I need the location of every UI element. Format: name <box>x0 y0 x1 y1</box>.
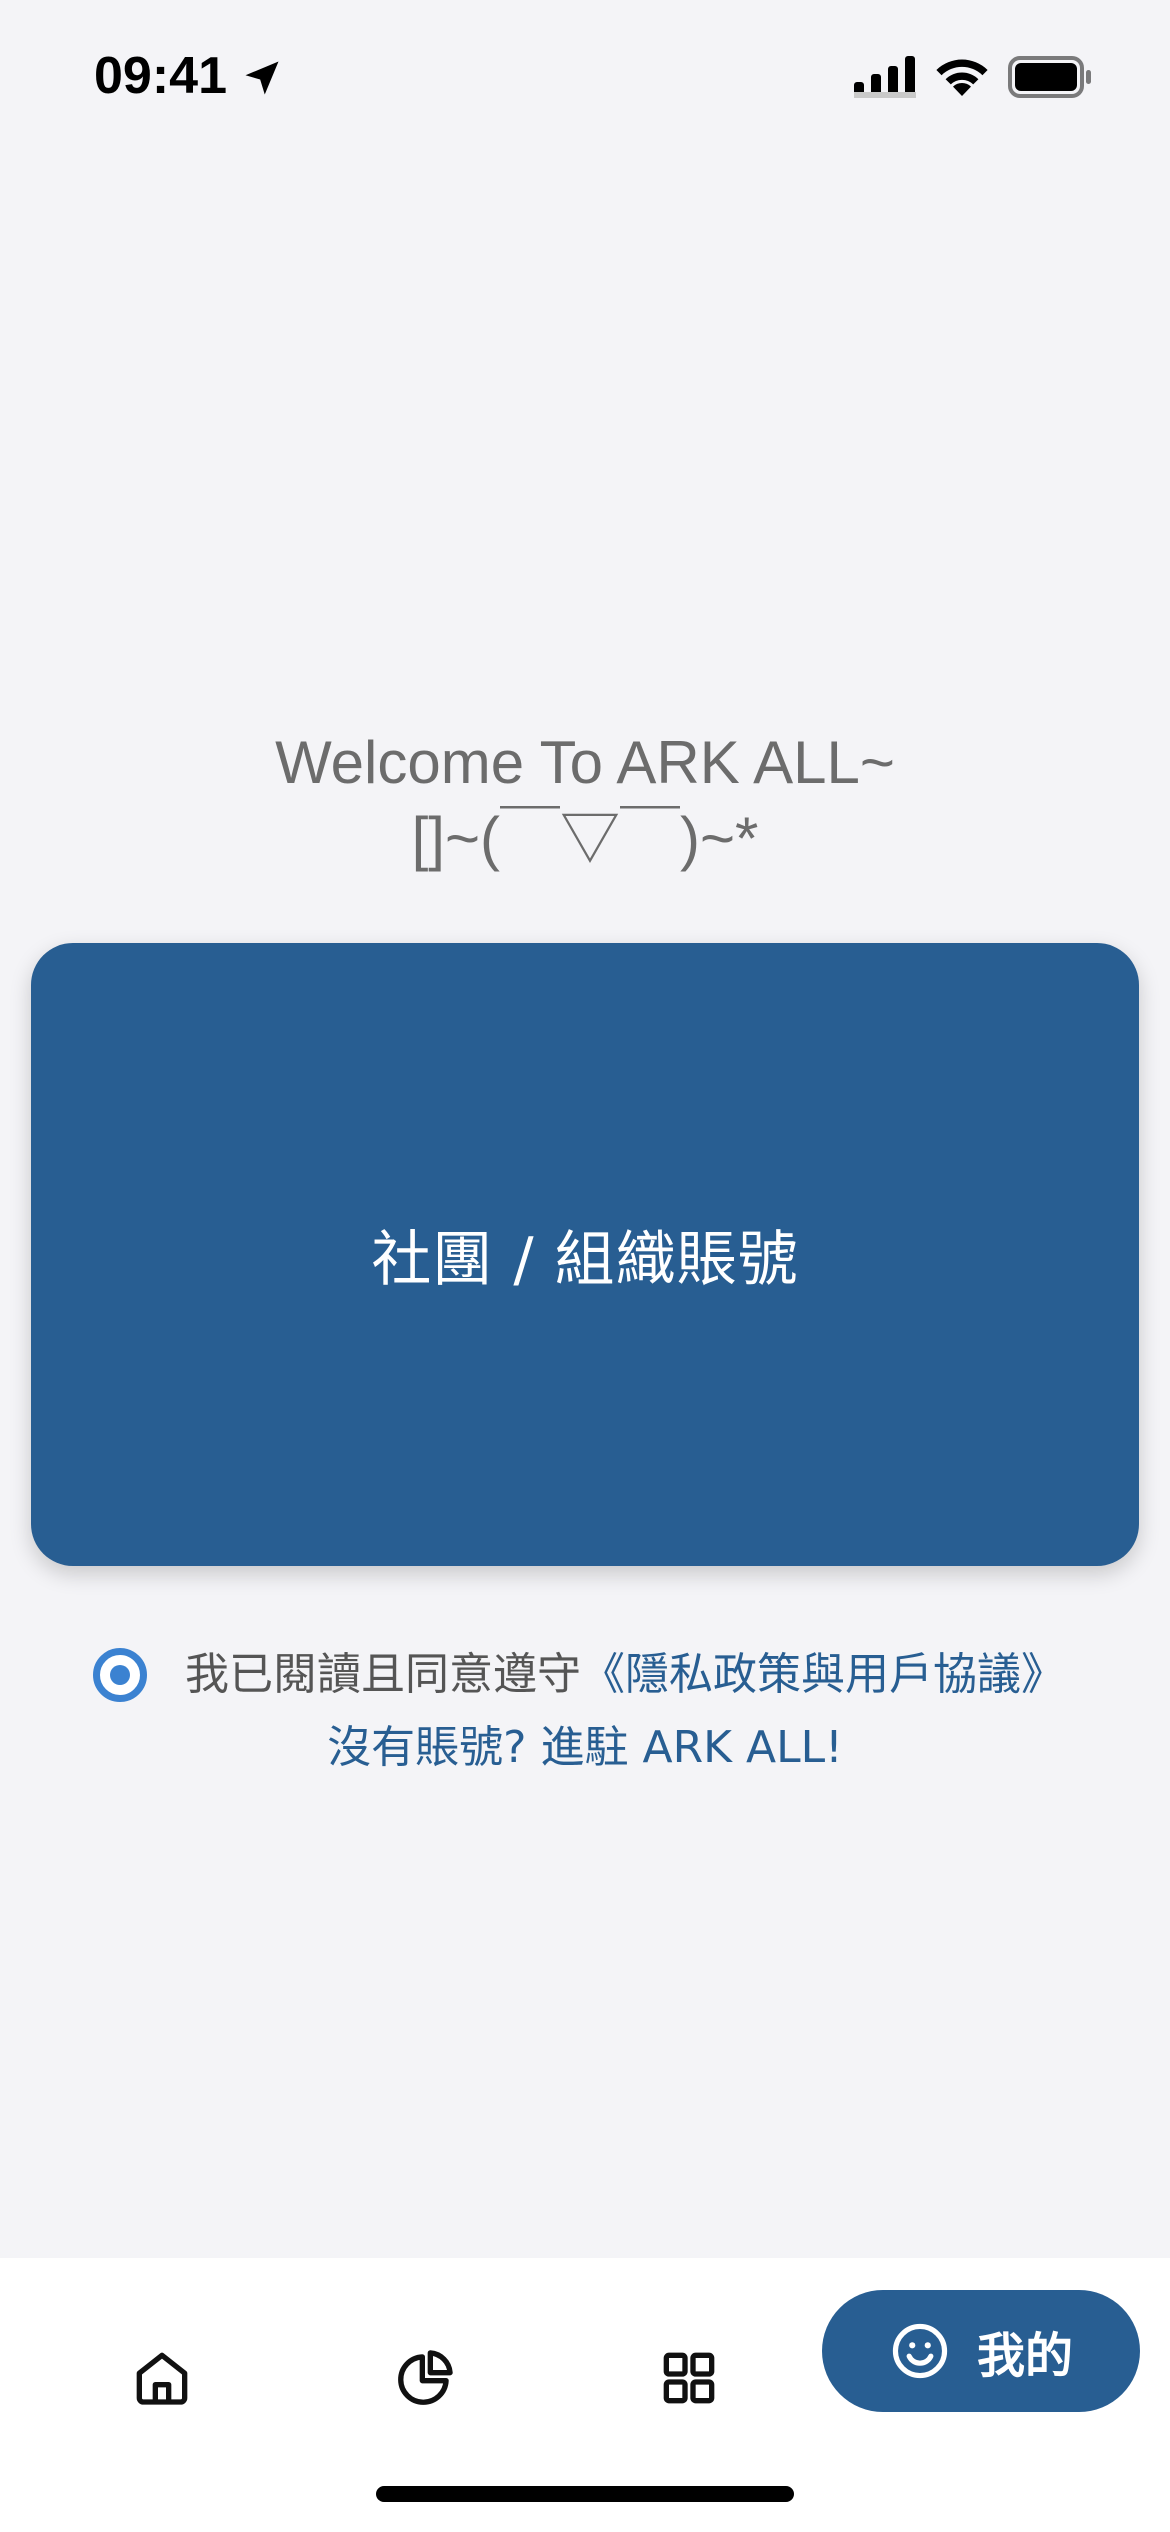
cellular-signal-icon <box>854 56 916 98</box>
privacy-policy-link[interactable]: 《隱私政策與用戶協議》 <box>581 1649 1065 1700</box>
tab-statistics[interactable] <box>393 2346 457 2410</box>
home-icon <box>136 2352 188 2405</box>
tab-apps[interactable] <box>657 2346 721 2410</box>
smiley-icon <box>892 2323 948 2379</box>
agreement-radio[interactable] <box>93 1648 147 1702</box>
tab-mine[interactable]: 我的 <box>822 2290 1140 2412</box>
signup-link[interactable]: 沒有賬號? 進駐 ARK ALL! <box>0 1718 1170 1778</box>
welcome-title: Welcome To ARK ALL~ <box>275 729 895 796</box>
status-bar: 09:41 <box>0 0 1170 150</box>
battery-icon <box>1008 56 1091 98</box>
tab-bar: 我的 <box>0 2258 1170 2532</box>
home-indicator <box>376 2486 794 2502</box>
welcome-kaomoji: []~(￣▽￣)~* <box>411 805 759 872</box>
organization-account-label: 社團 / 組織賬號 <box>371 1225 799 1295</box>
organization-account-button[interactable]: 社團 / 組織賬號 <box>31 943 1139 1566</box>
tab-mine-label: 我的 <box>976 2328 1073 2384</box>
tab-home[interactable] <box>130 2346 194 2410</box>
pie-chart-icon <box>398 2350 453 2405</box>
status-time: 09:41 <box>94 47 227 105</box>
grid-icon <box>663 2352 715 2404</box>
location-arrow-icon <box>245 61 279 95</box>
welcome-message: Welcome To ARK ALL~ []~(￣▽￣)~* <box>0 725 1170 877</box>
wifi-icon <box>936 59 988 96</box>
agreement-text: 我已閱讀且同意遵守《隱私政策與用戶協議》 <box>185 1645 1065 1705</box>
agreement-label: 我已閱讀且同意遵守 <box>185 1649 581 1700</box>
